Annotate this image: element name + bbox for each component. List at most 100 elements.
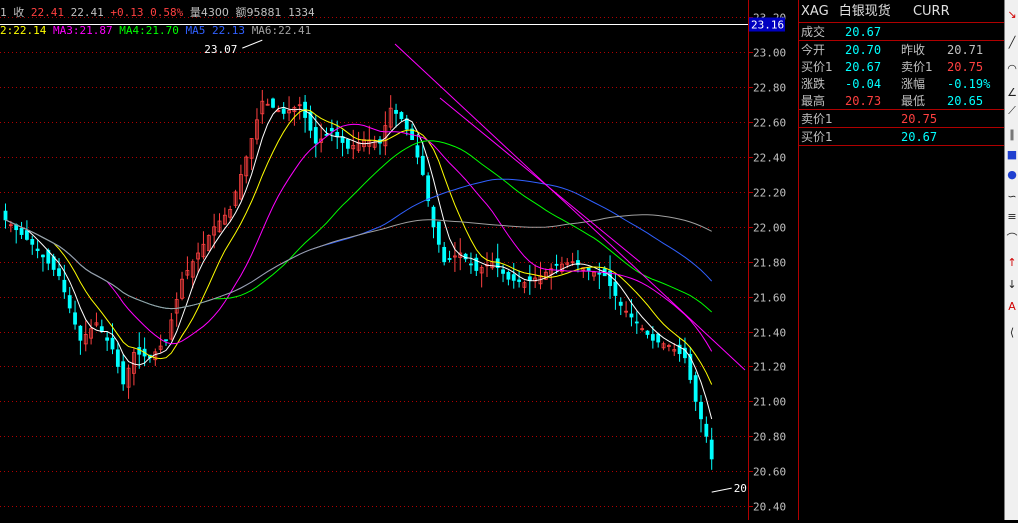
moving-average-line — [5, 178, 713, 310]
low-annotation: 20.48 — [734, 482, 748, 495]
candle-body — [335, 131, 340, 138]
candle-body — [597, 272, 602, 275]
toolbar-arrow-icon[interactable]: ↘ — [1006, 8, 1018, 22]
ask-value: 20.75 — [901, 112, 938, 126]
candle-body — [394, 109, 398, 114]
candle-body — [137, 347, 142, 355]
toolbar-cycle-icon[interactable]: ⌒ — [1006, 232, 1018, 246]
candle-body — [105, 337, 110, 341]
axis-tick-label: 22.20 — [753, 187, 786, 200]
moving-average-line — [5, 123, 713, 352]
quote-label: 涨幅 — [901, 77, 926, 91]
panel-divider — [799, 127, 1004, 128]
candle-body — [699, 401, 703, 420]
chart-canvas: 23.07 20.48 — [0, 17, 748, 507]
high-marker-line — [242, 39, 263, 49]
volume: 量4300 — [189, 6, 229, 19]
candle-body — [506, 272, 511, 280]
symbol-unit: CURR — [912, 4, 950, 19]
candle-body — [634, 321, 639, 324]
candle-body — [693, 375, 698, 402]
high-annotation: 23.07 — [204, 43, 237, 56]
quote-row-change: 涨跌 -0.04 涨幅 -0.19% — [801, 76, 1001, 92]
candle-body — [511, 274, 516, 281]
candle-body — [527, 276, 532, 281]
toolbar-down-arrow-icon[interactable]: ↓ — [1006, 278, 1018, 292]
toolbar-channel-icon[interactable]: ∠ — [1006, 86, 1018, 100]
trade-label: 成交 — [801, 25, 826, 39]
toolbar-up-arrow-icon[interactable]: ↑ — [1006, 256, 1018, 270]
toolbar-text-icon[interactable]: A — [1006, 300, 1018, 314]
toolbar-angle-icon[interactable]: ⟨ — [1006, 326, 1018, 340]
quote-label: 今开 — [801, 43, 826, 57]
candle-body — [404, 118, 409, 130]
candle-body — [313, 127, 318, 144]
change-pct: 0.58% — [150, 6, 184, 19]
toolbar-curve-icon[interactable]: ∽ — [1006, 190, 1018, 204]
candle-body — [399, 112, 404, 120]
close-value: 22.41 — [30, 6, 64, 19]
low-marker-line — [711, 487, 732, 493]
panel-divider — [799, 40, 1004, 41]
axis-tick-label: 23.00 — [753, 47, 786, 60]
candle-body — [57, 268, 61, 277]
candle-body — [164, 339, 168, 342]
candle-body — [3, 210, 8, 221]
quote-row-bid-ask: 买价1 20.67 卖价1 20.75 — [801, 59, 1001, 75]
candle-body — [110, 337, 115, 350]
toolbar-ray-icon[interactable]: ⟋ — [1006, 104, 1018, 118]
toolbar-circle-icon[interactable]: ● — [1006, 168, 1018, 182]
extra-value: 1334 — [288, 6, 315, 19]
trend-line — [394, 43, 746, 371]
candle-body — [436, 221, 441, 245]
quote-label: 昨收 — [901, 43, 926, 57]
quote-value: 20.73 — [845, 94, 882, 108]
axis-tick-label: 20.40 — [753, 501, 786, 514]
current-price-label: 23.16 — [751, 19, 784, 32]
bid-value: 20.67 — [901, 130, 938, 144]
candle-body — [554, 263, 559, 266]
quote-value: -0.19% — [947, 77, 991, 91]
quote-row-open: 今开 20.70 昨收 20.71 — [801, 42, 1001, 58]
quote-value: 20.67 — [845, 60, 882, 74]
candle-body — [431, 206, 436, 228]
candle-body — [420, 155, 425, 175]
quote-label: 涨跌 — [801, 77, 826, 91]
candle-body — [447, 258, 452, 260]
toolbar-line-icon[interactable]: ╱ — [1006, 36, 1018, 50]
candle-body — [469, 263, 473, 266]
candle-body — [586, 267, 591, 271]
ma-legend-6: MA6:22.41 — [251, 24, 312, 37]
candle-body — [656, 333, 661, 343]
candle-body — [501, 269, 505, 274]
axis-tick-label: 21.40 — [753, 327, 786, 340]
bid-label: 买价1 — [801, 130, 833, 144]
candle-body — [709, 439, 714, 460]
toolbar-fib-icon[interactable]: ≡ — [1006, 210, 1018, 224]
candle-body — [426, 175, 431, 202]
axis-tick-label: 22.00 — [753, 222, 786, 235]
quote-value: 20.65 — [947, 94, 984, 108]
trade-row: 成交 20.67 — [801, 24, 881, 40]
axis-tick-label: 22.40 — [753, 152, 786, 165]
candle-body — [73, 312, 77, 325]
close-label: 收 — [13, 6, 25, 19]
toolbar-arc-icon[interactable]: ◠ — [1006, 62, 1018, 76]
trade-value: 20.67 — [845, 25, 882, 39]
price-axis-canvas: 23.2023.0022.8022.6022.4022.2022.0021.80… — [749, 12, 786, 514]
last-value: 22.41 — [70, 6, 104, 19]
price-info-bar: 1 收 22.41 22.41 +0.13 0.58% 量4300 额95881… — [0, 4, 315, 20]
change-value: +0.13 — [110, 6, 144, 19]
toolbar-parallel-icon[interactable]: ∥ — [1006, 128, 1018, 142]
candle-body — [345, 139, 350, 149]
candle-body — [645, 330, 650, 335]
panel-divider — [799, 145, 1004, 146]
info-prefix: 1 — [0, 6, 7, 19]
drawing-toolbar: ↘ ╱ ◠ ∠ ⟋ ∥ ■ ● ∽ ≡ ⌒ ↑ ↓ A ⟨ — [1004, 0, 1018, 520]
quote-panel: XAG 白银现货 CURR 成交 20.67 今开 20.70 昨收 20.71… — [798, 0, 1005, 520]
toolbar-rect-icon[interactable]: ■ — [1006, 148, 1018, 162]
candle-body — [271, 98, 275, 108]
candlestick-chart[interactable]: 23.07 20.48 1 收 22.41 22.41 +0.13 0.58% 量… — [0, 0, 748, 520]
moving-average-legend: 2:22.14 MA3:21.87 MA4:21.70 MA5 22.13 MA… — [0, 24, 311, 40]
candle-body — [704, 423, 709, 437]
